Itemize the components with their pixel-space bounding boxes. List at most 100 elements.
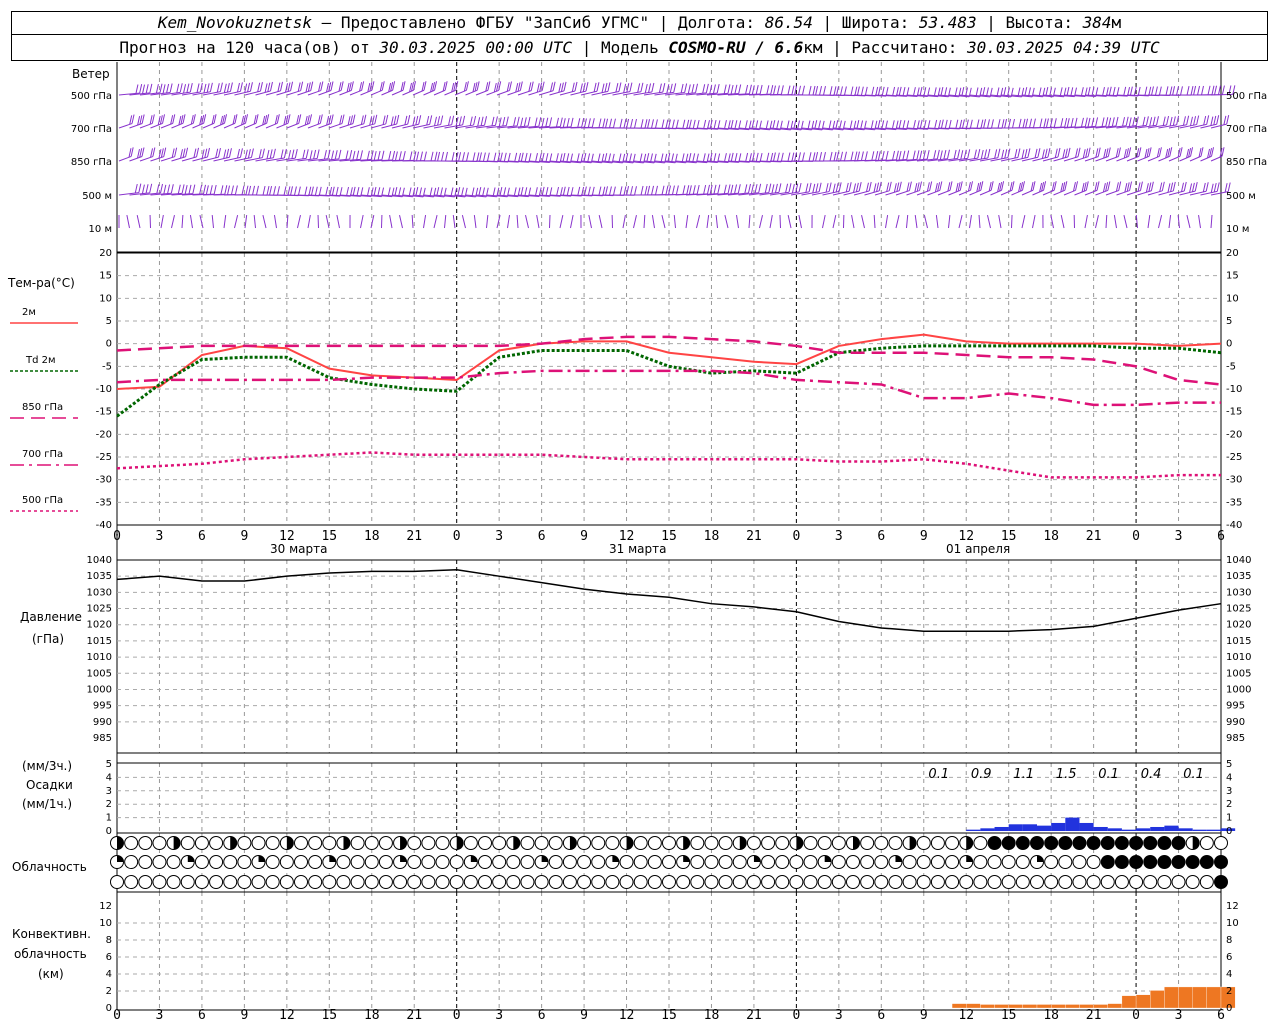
cloud-symbol-fill [513,836,520,850]
wind-barb-flag [815,85,819,96]
wind-barb-flag [458,116,462,126]
wind-barb-flag [705,83,709,94]
wind-barb-flag [541,81,545,91]
wind-barb-flag [1029,118,1032,128]
wind-barb-flag [898,119,902,130]
wind-barb-flag [1139,181,1143,191]
wind-barb-flag [723,184,727,194]
wind-barb-flag [458,152,462,162]
wind-barb-flag [855,182,859,192]
wind-barb-flag [963,149,967,159]
wind-level-left: 500 м [82,191,112,202]
wind-barb-flag [252,185,256,196]
wind-barb-flag [949,181,953,191]
press-ytick-left: 1025 [87,604,112,615]
wind-barb-flag [1001,119,1005,129]
wind-barb-flag [598,118,602,128]
wind-barb-flag [860,86,864,96]
wind-barb-flag [250,148,254,158]
wind-barb-flag [505,116,509,126]
x-tick-label: 21 [746,1008,762,1023]
cloud-symbol [775,875,790,889]
wind-barb-flag [387,187,391,197]
wind-barb-flag [994,149,998,159]
wind-barb-flag [139,148,143,158]
x-tick-label: 6 [1217,529,1225,544]
wind-barb-flag [476,152,480,162]
wind-barb-flag [272,148,276,158]
press-ytick-left: 1010 [87,652,112,663]
wind-barb-shaft [715,214,718,229]
wind-barb-flag [878,181,882,192]
wind-barb-flag [730,152,734,162]
wind-barb-flag [675,119,679,129]
conv-ytick-right: 8 [1226,935,1232,946]
wind-barb-flag [534,187,538,197]
cloud-symbol [732,855,747,869]
x-tick-label: 0 [792,529,800,544]
wind-barb-flag [186,83,190,93]
cloud-symbol-fill [541,855,549,862]
wind-barb-flag [1045,118,1049,128]
wind-barb-flag [300,81,304,91]
wind-barb-flag [203,184,207,194]
wind-barb-flag [167,184,171,194]
wind-barb-flag [239,148,243,158]
wind-barb-flag [549,117,553,127]
wind-barb-flag [423,151,427,161]
wind-barb-flag [130,147,134,157]
x-tick-label: 12 [958,1008,974,1023]
wind-barb-shaft [1168,214,1172,229]
wind-barb-flag [912,87,916,97]
wind-barb-shaft [969,214,972,229]
wind-barb-flag [283,148,287,159]
wind-barb-flag [871,86,875,96]
wind-barb-flag [196,83,200,93]
press-ytick-right: 1010 [1226,652,1251,663]
wind-barb-flag [955,119,959,129]
wind-barb-flag [712,84,716,94]
x-tick-label: 3 [495,529,503,544]
cloud-symbol [1143,875,1158,889]
wind-barb-shaft [1011,214,1013,229]
wind-barb-flag [658,83,662,93]
wind-barb-flag [515,83,519,93]
precip-title: Осадки [26,778,73,792]
wind-barb-flag [566,117,570,128]
wind-barb-flag [193,148,197,158]
cloud-symbol-fill [470,855,478,862]
wind-barb-flag [316,149,320,159]
press-ytick-left: 1015 [87,636,112,647]
wind-barb-flag [229,82,233,92]
wind-barb-shaft [507,214,511,229]
conv-title-1: Конвективн. [12,927,91,941]
wind-barb-flag [266,149,270,160]
wind-barb-flag [341,114,345,124]
x-tick-label: 0 [113,1008,121,1023]
wind-barb-shaft [444,214,447,229]
cloud-symbol [223,875,238,889]
cloud-symbol [1100,836,1115,850]
wind-barb-shaft [1210,214,1213,229]
cloud-symbol-fill [187,855,195,862]
cloud-symbol [591,855,606,869]
wind-barb-flag [961,119,965,129]
wind-barb-shaft [736,214,739,229]
x-tick-label: 3 [156,529,164,544]
wind-barb-flag [519,81,523,91]
precip-bar [1022,824,1037,831]
x-tick-label: 18 [704,529,720,544]
wind-barb-flag [1001,149,1005,159]
wind-level-left: 500 гПа [71,91,112,102]
wind-barb-flag [892,86,896,97]
wind-barb-flag [562,186,566,196]
wind-barb-shaft [325,214,330,229]
date-label-3: 01 апреля [946,542,1010,556]
wind-barb-flag [550,82,554,92]
wind-barb-flag [516,116,520,126]
wind-barb-flag [576,153,580,163]
wind-barb-flag [216,83,220,93]
wind-barb-flag [634,118,637,129]
x-tick-label: 9 [580,1008,588,1023]
cloud-symbol [1086,855,1101,869]
